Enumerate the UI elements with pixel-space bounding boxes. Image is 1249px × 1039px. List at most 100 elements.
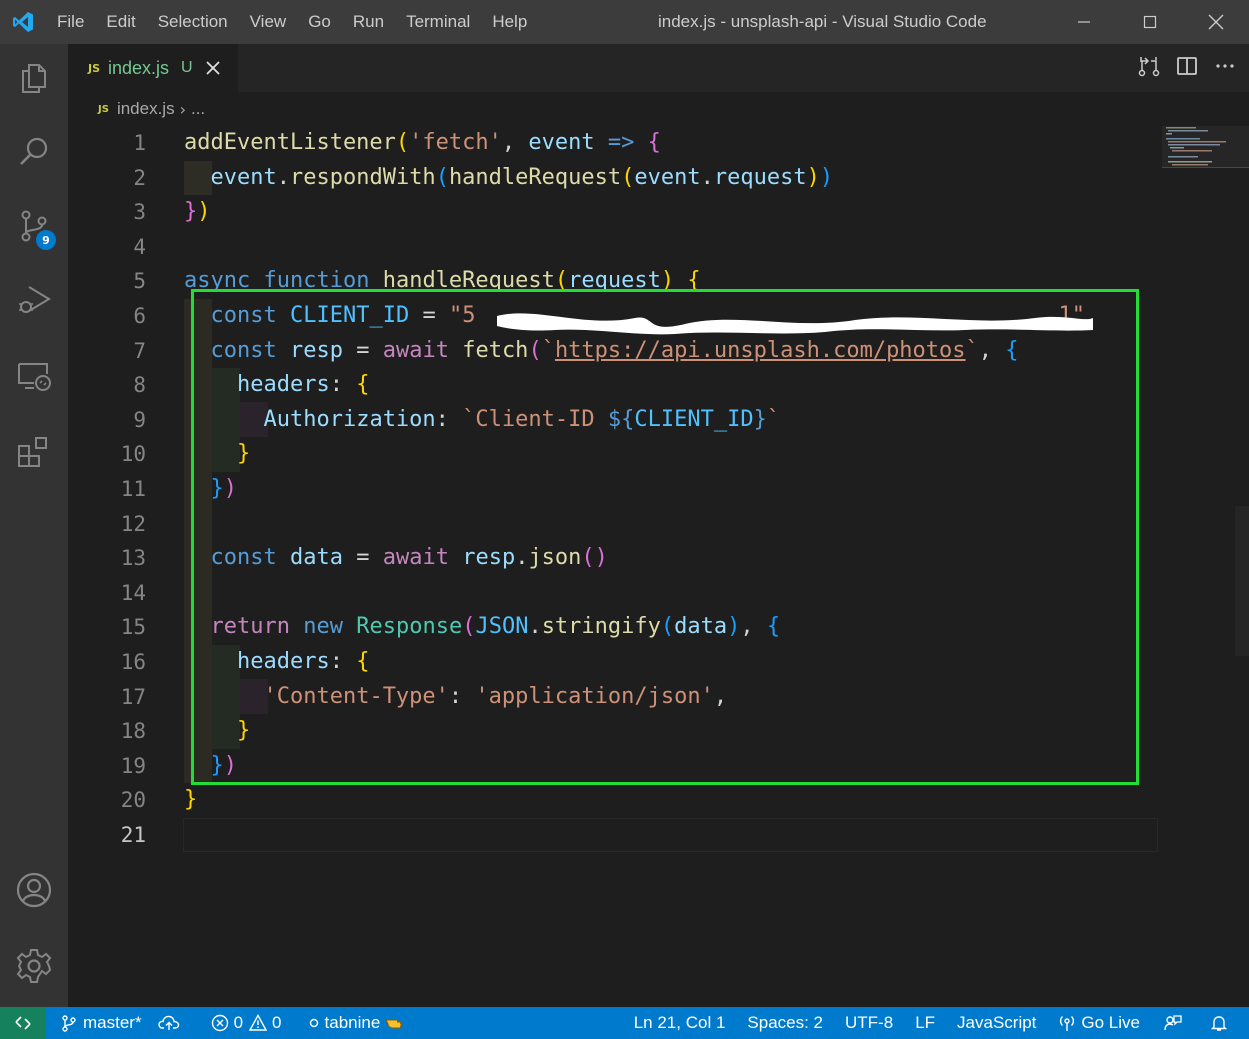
language-mode[interactable]: JavaScript bbox=[946, 1007, 1047, 1039]
pointing-hand-icon bbox=[385, 1019, 403, 1029]
cursor-position[interactable]: Ln 21, Col 1 bbox=[623, 1007, 737, 1039]
code-line: }) bbox=[210, 752, 238, 778]
menu-go[interactable]: Go bbox=[297, 0, 342, 44]
close-window-button[interactable] bbox=[1183, 0, 1249, 44]
files-icon bbox=[22, 64, 46, 93]
source-control-button[interactable]: 9 bbox=[0, 192, 68, 260]
compare-changes-icon bbox=[1138, 57, 1160, 77]
line-number: 8 bbox=[133, 373, 146, 398]
line-number: 12 bbox=[120, 511, 146, 536]
code-line: headers: { bbox=[236, 372, 370, 398]
error-icon bbox=[211, 1014, 228, 1032]
line-number: 2 bbox=[133, 165, 146, 190]
menu-edit[interactable]: Edit bbox=[95, 0, 146, 44]
line-number: 20 bbox=[120, 788, 146, 813]
code-editor[interactable]: 1 2 3 4 5 6 7 8 9 10 11 12 13 14 15 16 1… bbox=[68, 126, 1249, 1007]
go-live-button[interactable]: Go Live bbox=[1047, 1007, 1151, 1039]
remote-indicator-button[interactable] bbox=[0, 1007, 46, 1039]
feedback-icon bbox=[1164, 1015, 1182, 1031]
indentation-status[interactable]: Spaces: 2 bbox=[736, 1007, 834, 1039]
menu-selection[interactable]: Selection bbox=[147, 0, 239, 44]
breadcrumb-file[interactable]: index.js bbox=[117, 99, 175, 119]
title-bar: File Edit Selection View Go Run Terminal… bbox=[0, 0, 1249, 44]
javascript-file-icon: JS bbox=[98, 103, 109, 115]
manage-button[interactable] bbox=[0, 932, 68, 1000]
line-number: 18 bbox=[120, 719, 146, 744]
line-number: 5 bbox=[133, 269, 146, 294]
explorer-button[interactable] bbox=[0, 44, 68, 112]
maximize-icon bbox=[1143, 15, 1157, 29]
code-line: const resp = await fetch(`https://api.un… bbox=[210, 337, 1019, 363]
code-line: } bbox=[236, 441, 251, 467]
notifications-button[interactable] bbox=[1200, 1007, 1249, 1039]
status-bar-right: Ln 21, Col 1 Spaces: 2 UTF-8 LF JavaScri… bbox=[623, 1007, 1249, 1039]
tab-bar: JS index.js U bbox=[68, 44, 1249, 92]
tabnine-label: tabnine bbox=[324, 1013, 381, 1032]
sync-button[interactable] bbox=[150, 1007, 193, 1039]
branch-name: master* bbox=[83, 1013, 142, 1032]
code-line: 'Content-Type': 'application/json', bbox=[263, 683, 728, 709]
line-number: 10 bbox=[120, 442, 146, 467]
tab-label: index.js bbox=[108, 57, 170, 78]
account-icon bbox=[16, 872, 52, 908]
vscode-logo-icon[interactable] bbox=[0, 0, 46, 44]
search-icon bbox=[20, 137, 48, 165]
maximize-button[interactable] bbox=[1117, 0, 1183, 44]
status-bar: master* 0 0 tabnine Ln 21, Col 1 Spaces:… bbox=[0, 1007, 1249, 1039]
more-icon bbox=[1216, 64, 1234, 68]
search-button[interactable] bbox=[0, 118, 68, 186]
line-number: 14 bbox=[120, 580, 146, 605]
code-line: const data = await resp.json() bbox=[210, 545, 608, 571]
encoding-status[interactable]: UTF-8 bbox=[834, 1007, 904, 1039]
menu-terminal[interactable]: Terminal bbox=[395, 0, 481, 44]
run-debug-button[interactable] bbox=[0, 266, 68, 334]
more-actions-button[interactable] bbox=[1213, 54, 1237, 82]
line-number: 13 bbox=[120, 546, 146, 571]
code-line: addEventListener('fetch', event => { bbox=[184, 130, 661, 155]
untracked-indicator: U bbox=[181, 59, 193, 76]
accounts-button[interactable] bbox=[0, 856, 68, 924]
open-changes-button[interactable] bbox=[1137, 54, 1161, 82]
activity-bar: 9 bbox=[0, 44, 68, 1007]
line-number: 15 bbox=[120, 615, 146, 640]
feedback-button[interactable] bbox=[1151, 1007, 1200, 1039]
warning-icon bbox=[249, 1014, 268, 1031]
breadcrumb-symbols[interactable]: ... bbox=[191, 99, 205, 119]
client-id-prefix: "5 bbox=[448, 303, 476, 328]
menu-run[interactable]: Run bbox=[342, 0, 395, 44]
branch-status[interactable]: master* bbox=[46, 1007, 150, 1039]
minimize-button[interactable] bbox=[1051, 0, 1117, 44]
git-branch-icon bbox=[62, 1015, 76, 1032]
close-icon bbox=[205, 61, 220, 75]
minimap[interactable] bbox=[1162, 126, 1249, 176]
remote-icon bbox=[15, 1016, 31, 1030]
line-number: 7 bbox=[133, 338, 146, 363]
tab-close-button[interactable] bbox=[205, 60, 221, 76]
code-line: } bbox=[236, 718, 251, 744]
eol-status[interactable]: LF bbox=[904, 1007, 946, 1039]
breadcrumb: JS index.js › ... bbox=[68, 92, 1249, 126]
split-editor-icon bbox=[1177, 57, 1197, 75]
remote-explorer-button[interactable] bbox=[0, 342, 68, 410]
line-number: 9 bbox=[133, 407, 146, 432]
tabnine-icon bbox=[309, 1018, 318, 1028]
extensions-icon bbox=[18, 437, 47, 467]
menu-view[interactable]: View bbox=[239, 0, 298, 44]
javascript-file-icon: JS bbox=[88, 61, 101, 75]
menu-help[interactable]: Help bbox=[481, 0, 538, 44]
cloud-upload-icon bbox=[157, 1015, 179, 1030]
split-editor-button[interactable] bbox=[1175, 54, 1199, 82]
code-line: event.respondWith(handleRequest(event.re… bbox=[210, 164, 834, 190]
tab-index-js[interactable]: JS index.js U bbox=[68, 44, 238, 92]
problems-status[interactable]: 0 0 bbox=[193, 1007, 290, 1039]
code-line: }) bbox=[210, 476, 238, 501]
menu-file[interactable]: File bbox=[46, 0, 95, 44]
minimize-icon bbox=[1078, 21, 1090, 23]
scrollbar[interactable] bbox=[1235, 506, 1249, 656]
line-number-active: 21 bbox=[120, 823, 146, 847]
extensions-button[interactable] bbox=[0, 418, 68, 486]
code-line: const CLIENT_ID = "5 1" bbox=[210, 303, 1085, 328]
tabnine-status[interactable]: tabnine bbox=[290, 1007, 423, 1039]
line-number: 3 bbox=[133, 200, 146, 225]
line-number: 17 bbox=[120, 684, 146, 709]
